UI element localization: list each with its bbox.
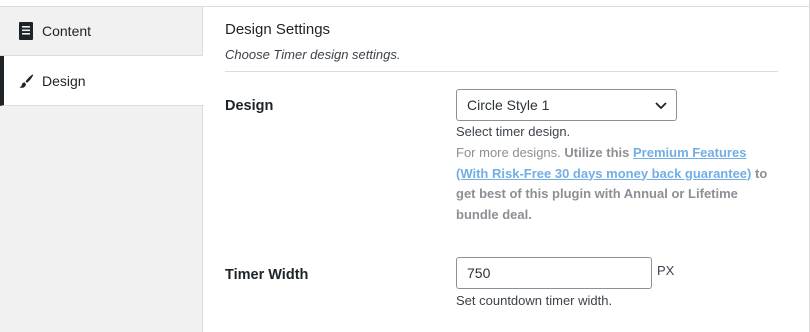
section-divider [225,71,778,72]
design-select-value: Circle Style 1 [467,97,550,113]
section-description: Choose Timer design settings. [225,47,401,62]
note-bold: Utilize this [564,145,633,160]
timer-width-help: Set countdown timer width. [456,293,613,308]
settings-sidebar: Content Design [0,7,204,332]
timer-width-value: 750 [467,265,491,281]
timer-width-unit: PX [657,263,675,278]
note-prefix: For more designs. [456,145,565,160]
design-select[interactable]: Circle Style 1 [456,89,677,121]
premium-note: For more designs. Utilize this Premium F… [456,143,776,225]
timer-width-label: Timer Width [225,267,309,283]
document-icon [18,22,34,40]
design-label: Design [225,98,274,114]
brush-icon [18,72,34,90]
tab-content[interactable]: Content [0,7,203,56]
section-title: Design Settings [225,21,331,38]
top-edge [0,0,810,7]
tab-content-label: Content [42,23,92,39]
chevron-down-icon [654,98,668,112]
timer-width-input[interactable]: 750 [456,257,652,289]
tab-design[interactable]: Design [0,56,204,106]
tab-design-label: Design [42,72,86,89]
design-help: Select timer design. [456,124,571,139]
